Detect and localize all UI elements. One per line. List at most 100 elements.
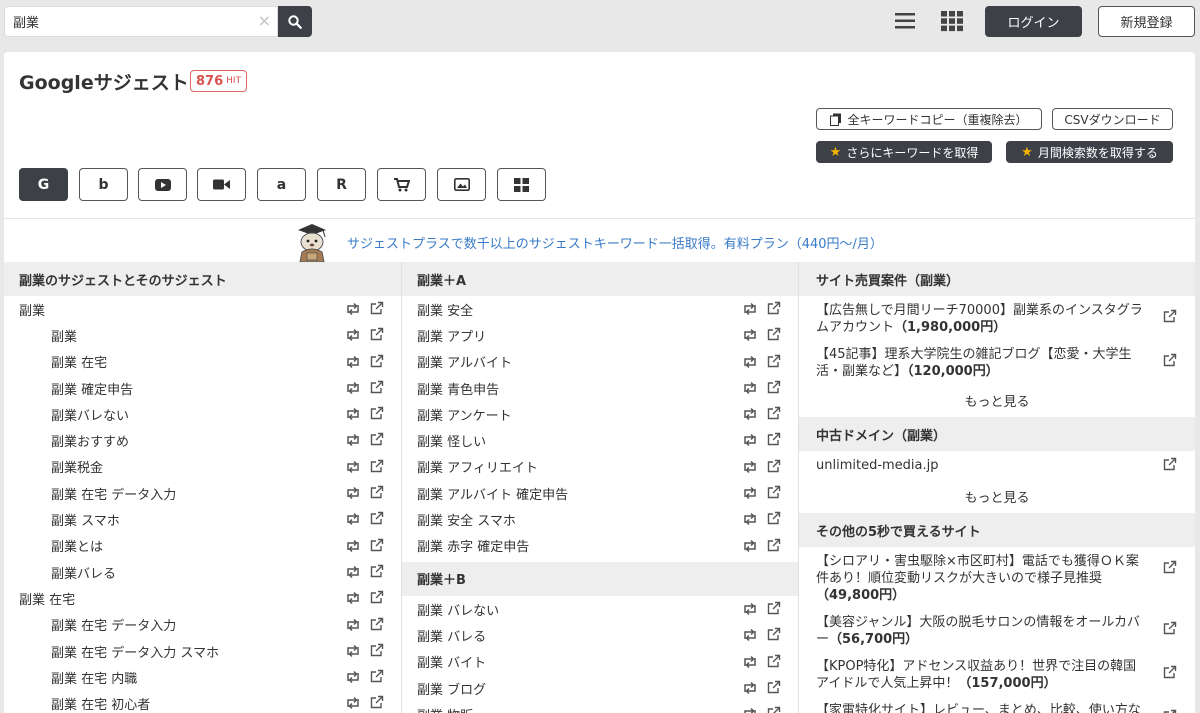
external-link-icon[interactable] <box>370 380 384 394</box>
keyword-row[interactable]: 副業 在宅 データ入力 スマホ <box>4 638 401 664</box>
external-link-icon[interactable] <box>767 432 781 446</box>
keyword-text[interactable]: 副業とは <box>51 536 103 555</box>
keyword-text[interactable]: 副業 アルバイト 確定申告 <box>417 484 568 503</box>
external-link-icon[interactable] <box>1163 560 1177 574</box>
site-listing[interactable]: 【KPOP特化】アドセンス収益あり！世界で注目の韓国アイドルで人気上昇中！（15… <box>799 652 1195 696</box>
apps-grid-icon[interactable] <box>940 10 964 32</box>
swap-icon[interactable] <box>345 644 361 658</box>
swap-icon[interactable] <box>345 696 361 710</box>
promo-link[interactable]: サジェストプラスで数千以上のサジェストキーワード一括取得。有料プラン（440円〜… <box>347 233 883 252</box>
external-link-icon[interactable] <box>1163 709 1177 713</box>
csv-download-button[interactable]: CSVダウンロード <box>1052 108 1173 130</box>
promo-banner[interactable]: サジェストプラスで数千以上のサジェストキーワード一括取得。有料プラン（440円〜… <box>4 218 1195 262</box>
keyword-row[interactable]: 副業 安全 スマホ <box>402 506 798 532</box>
keyword-text[interactable]: 副業 アンケート <box>417 405 512 424</box>
keyword-row[interactable]: 副業 安全 <box>402 296 798 322</box>
keyword-row[interactable]: 副業とは <box>4 533 401 559</box>
swap-icon[interactable] <box>742 539 758 553</box>
keyword-text[interactable]: 副業 アフィリエイト <box>417 457 538 476</box>
keyword-row[interactable]: 副業 在宅 <box>4 349 401 375</box>
keyword-row[interactable]: 副業 ブログ <box>402 675 798 701</box>
tab-image[interactable] <box>437 168 486 201</box>
keyword-row[interactable]: 副業 在宅 初心者 <box>4 690 401 713</box>
keyword-row[interactable]: 副業 アルバイト <box>402 349 798 375</box>
keyword-row[interactable]: 副業バレる <box>4 559 401 585</box>
external-link-icon[interactable] <box>1163 309 1177 323</box>
external-link-icon[interactable] <box>370 695 384 709</box>
tab-google[interactable]: G <box>19 168 68 201</box>
external-link-icon[interactable] <box>767 327 781 341</box>
swap-icon[interactable] <box>742 381 758 395</box>
site-listing[interactable]: 【美容ジャンル】大阪の脱毛サロンの情報をオールカバー（56,700円） <box>799 608 1195 652</box>
external-link-icon[interactable] <box>1163 457 1177 471</box>
external-link-icon[interactable] <box>767 680 781 694</box>
domain-item[interactable]: unlimited-media.jp <box>799 451 1195 480</box>
site-listing[interactable]: 【広告無しで月間リーチ70000】副業系のインスタグラムアカウント（1,980,… <box>799 296 1195 340</box>
swap-icon[interactable] <box>742 681 758 695</box>
external-link-icon[interactable] <box>767 706 781 713</box>
keyword-text[interactable]: 副業おすすめ <box>51 431 129 450</box>
keyword-text[interactable]: 副業 在宅 <box>19 589 75 608</box>
keyword-row[interactable]: 副業 バイト <box>402 649 798 675</box>
swap-icon[interactable] <box>742 302 758 316</box>
external-link-icon[interactable] <box>370 432 384 446</box>
search-button[interactable] <box>278 6 312 37</box>
keyword-row[interactable]: 副業 バレない <box>402 596 798 622</box>
tab-all[interactable] <box>497 168 546 201</box>
keyword-row[interactable]: 副業 物販 <box>402 701 798 713</box>
search-input[interactable] <box>5 7 245 36</box>
swap-icon[interactable] <box>742 355 758 369</box>
site-listing[interactable]: 【家電特化サイト】レビュー、まとめ、比較、使い方など <box>799 696 1195 713</box>
tab-amazon[interactable]: a <box>257 168 306 201</box>
tab-shopping[interactable] <box>377 168 426 201</box>
swap-icon[interactable] <box>345 407 361 421</box>
swap-icon[interactable] <box>345 539 361 553</box>
external-link-icon[interactable] <box>767 627 781 641</box>
external-link-icon[interactable] <box>370 485 384 499</box>
external-link-icon[interactable] <box>767 380 781 394</box>
menu-icon[interactable] <box>894 10 916 32</box>
keyword-text[interactable]: 副業 バレる <box>417 626 486 645</box>
keyword-row[interactable]: 副業 スマホ <box>4 506 401 532</box>
swap-icon[interactable] <box>742 407 758 421</box>
swap-icon[interactable] <box>742 328 758 342</box>
more-link[interactable]: もっと見る <box>799 384 1195 417</box>
keyword-text[interactable]: 副業 在宅 データ入力 <box>51 484 176 503</box>
keyword-row[interactable]: 副業 怪しい <box>402 427 798 453</box>
swap-icon[interactable] <box>742 486 758 500</box>
external-link-icon[interactable] <box>1163 353 1177 367</box>
swap-icon[interactable] <box>345 381 361 395</box>
keyword-text[interactable]: 副業 赤字 確定申告 <box>417 536 529 555</box>
external-link-icon[interactable] <box>370 669 384 683</box>
keyword-text[interactable]: 副業 <box>51 326 77 345</box>
keyword-text[interactable]: 副業 バイト <box>417 652 486 671</box>
keyword-row[interactable]: 副業 在宅 データ入力 <box>4 480 401 506</box>
keyword-row[interactable]: 副業 アプリ <box>402 322 798 348</box>
keyword-row[interactable]: 副業 確定申告 <box>4 375 401 401</box>
keyword-text[interactable]: 副業 怪しい <box>417 431 486 450</box>
keyword-text[interactable]: 副業 物販 <box>417 705 473 713</box>
keyword-text[interactable]: 副業 安全 <box>417 300 473 319</box>
keyword-text[interactable]: 副業 安全 スマホ <box>417 510 516 529</box>
external-link-icon[interactable] <box>767 406 781 420</box>
keyword-text[interactable]: 副業 アルバイト <box>417 352 512 371</box>
keyword-row[interactable]: 副業 アフィリエイト <box>402 454 798 480</box>
copy-all-button[interactable]: 全キーワードコピー（重複除去） <box>816 108 1042 130</box>
swap-icon[interactable] <box>345 328 361 342</box>
tab-bing[interactable]: b <box>79 168 128 201</box>
swap-icon[interactable] <box>345 355 361 369</box>
external-link-icon[interactable] <box>370 301 384 315</box>
keyword-text[interactable]: 副業バレない <box>51 405 129 424</box>
swap-icon[interactable] <box>742 512 758 526</box>
swap-icon[interactable] <box>742 602 758 616</box>
swap-icon[interactable] <box>345 460 361 474</box>
keyword-row[interactable]: 副業 バレる <box>402 622 798 648</box>
keyword-text[interactable]: 副業 バレない <box>417 600 499 619</box>
more-keywords-button[interactable]: ★ さらにキーワードを取得 <box>816 141 992 163</box>
keyword-text[interactable]: 副業 確定申告 <box>51 379 133 398</box>
external-link-icon[interactable] <box>767 601 781 615</box>
swap-icon[interactable] <box>345 670 361 684</box>
tab-youtube[interactable] <box>138 168 187 201</box>
tab-rakuten[interactable]: R <box>317 168 366 201</box>
keyword-row[interactable]: 副業 <box>4 322 401 348</box>
